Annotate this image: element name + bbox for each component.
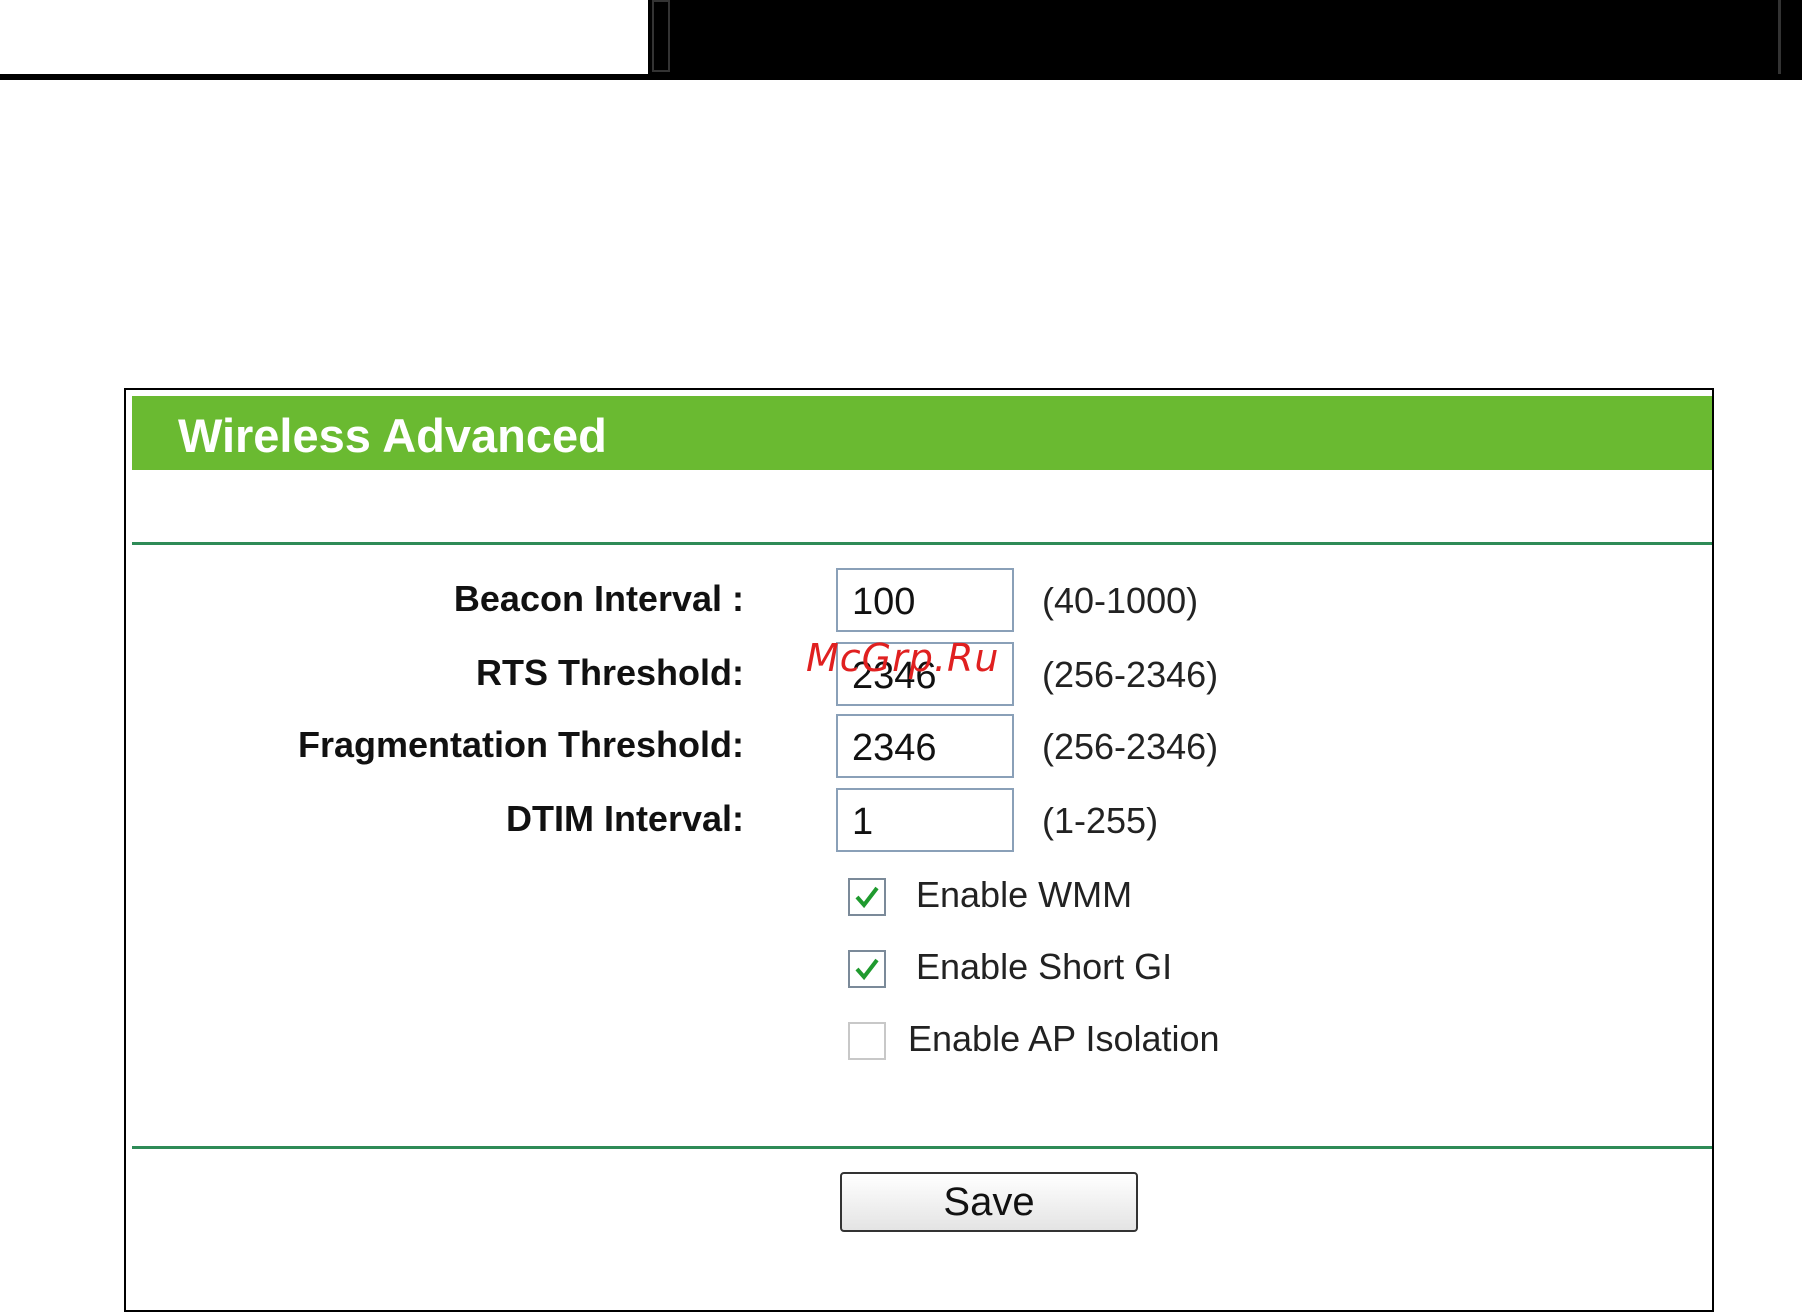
panel-title: Wireless Advanced	[178, 409, 607, 462]
fragmentation-threshold-label: Fragmentation Threshold:	[297, 724, 744, 765]
fragmentation-threshold-range: (256-2346)	[1042, 726, 1219, 767]
fragmentation-threshold-input[interactable]	[836, 714, 1014, 778]
wireless-advanced-panel: Wireless Advanced Beacon Interval : (40-…	[124, 388, 1714, 1312]
dtim-interval-row: DTIM Interval: (1-255)	[126, 788, 1712, 852]
enable-ap-isolation-label: Enable AP Isolation	[908, 1018, 1220, 1059]
enable-short-gi-row: Enable Short GI	[126, 944, 1712, 994]
fragmentation-threshold-row: Fragmentation Threshold: (256-2346)	[126, 714, 1712, 778]
document-header-rule	[0, 74, 1802, 80]
beacon-interval-row: Beacon Interval : (40-1000)	[126, 568, 1712, 632]
beacon-interval-input[interactable]	[836, 568, 1014, 632]
page: Wireless Advanced Beacon Interval : (40-…	[0, 0, 1802, 1312]
document-header-marker-right	[1778, 0, 1802, 76]
save-button[interactable]: Save	[840, 1172, 1138, 1232]
enable-ap-isolation-row: Enable AP Isolation	[126, 1016, 1712, 1066]
beacon-interval-label: Beacon Interval :	[453, 578, 744, 619]
document-header-marker-left	[652, 0, 670, 72]
dtim-interval-label: DTIM Interval:	[505, 798, 744, 839]
checkmark-icon	[855, 958, 879, 981]
document-header-bar	[648, 0, 1802, 78]
top-divider	[132, 542, 1712, 545]
enable-ap-isolation-checkbox[interactable]	[848, 1022, 886, 1060]
bottom-divider	[132, 1146, 1712, 1149]
rts-threshold-label: RTS Threshold:	[476, 652, 744, 693]
dtim-interval-range: (1-255)	[1042, 800, 1159, 841]
enable-wmm-label: Enable WMM	[916, 874, 1133, 915]
watermark: McGrp.Ru	[806, 636, 1000, 680]
enable-short-gi-label: Enable Short GI	[916, 946, 1173, 987]
dtim-interval-input[interactable]	[836, 788, 1014, 852]
panel-title-bar: Wireless Advanced	[132, 396, 1712, 470]
enable-wmm-row: Enable WMM	[126, 872, 1712, 922]
enable-short-gi-checkbox[interactable]	[848, 950, 886, 988]
enable-wmm-checkbox[interactable]	[848, 878, 886, 916]
beacon-interval-range: (40-1000)	[1042, 580, 1199, 621]
checkmark-icon	[855, 886, 879, 909]
rts-threshold-range: (256-2346)	[1042, 654, 1219, 695]
